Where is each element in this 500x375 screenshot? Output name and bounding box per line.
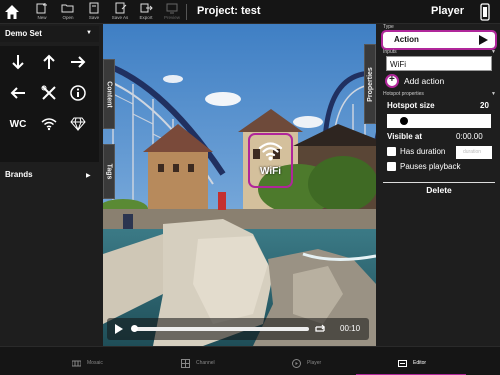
new-label: New bbox=[37, 15, 47, 20]
preview-icon bbox=[166, 3, 178, 14]
tab-tags[interactable]: Tags bbox=[103, 144, 115, 199]
pauses-playback-label: Pauses playback bbox=[400, 162, 461, 171]
wifi-icon[interactable] bbox=[35, 110, 63, 138]
arrow-up-icon[interactable] bbox=[35, 48, 63, 76]
app-window: New Open Save Save As Export Preview Pro… bbox=[0, 0, 500, 375]
pauses-playback-checkbox[interactable] bbox=[387, 162, 396, 171]
save-as-icon bbox=[115, 2, 127, 14]
inputs-section-label: Inputs bbox=[383, 49, 397, 55]
demo-set-title: Demo Set bbox=[5, 29, 42, 38]
chevron-right-icon: ▶ bbox=[86, 173, 91, 179]
tab-content-label: Content bbox=[105, 80, 113, 108]
wifi-hotspot[interactable]: WiFi bbox=[248, 133, 293, 188]
export-icon bbox=[140, 3, 153, 13]
save-as-button[interactable]: Save As bbox=[107, 2, 133, 24]
properties-panel: Type Action Inputs ▼ WiFi Add action Hot… bbox=[380, 24, 500, 346]
toolbar-divider bbox=[186, 4, 187, 20]
diamond-icon[interactable] bbox=[64, 110, 92, 138]
play-icon bbox=[479, 35, 488, 45]
hotspot-size-slider[interactable] bbox=[387, 114, 491, 128]
nav-player-label: Player bbox=[307, 360, 322, 366]
has-duration-checkbox[interactable] bbox=[387, 147, 396, 156]
channel-icon bbox=[181, 359, 190, 368]
progress-bar[interactable] bbox=[131, 325, 309, 332]
divider bbox=[383, 182, 495, 183]
loop-icon[interactable] bbox=[313, 323, 327, 335]
type-select[interactable]: Action bbox=[381, 30, 497, 50]
tools-icon[interactable] bbox=[35, 79, 63, 107]
phone-icon[interactable] bbox=[480, 3, 490, 21]
arrow-left-icon[interactable] bbox=[4, 79, 32, 107]
nav-channel-label: Channel bbox=[196, 360, 215, 366]
input-value: WiFi bbox=[390, 60, 406, 69]
new-document-icon bbox=[36, 3, 47, 14]
visible-at-value[interactable]: 0:00.00 bbox=[456, 132, 483, 141]
wc-icon[interactable]: WC bbox=[4, 110, 32, 138]
chevron-down-icon: ▼ bbox=[86, 30, 92, 36]
nav-editor-label: Editor bbox=[413, 360, 427, 366]
editor-icon bbox=[398, 360, 407, 367]
visible-at-label: Visible at bbox=[387, 132, 422, 141]
type-value: Action bbox=[394, 35, 419, 44]
slider-knob[interactable] bbox=[400, 117, 408, 125]
save-button[interactable]: Save bbox=[81, 2, 107, 24]
add-icon bbox=[385, 74, 399, 88]
folder-icon bbox=[61, 4, 74, 13]
open-label: Open bbox=[62, 15, 74, 20]
tab-tags-label: Tags bbox=[105, 163, 113, 180]
brands-title: Brands bbox=[5, 170, 33, 179]
hotspot-size-label: Hotspot size bbox=[387, 101, 435, 110]
type-section-label: Type bbox=[383, 24, 394, 30]
add-action-label: Add action bbox=[404, 76, 445, 86]
hotspot-size-value: 20 bbox=[480, 101, 489, 110]
add-action-button[interactable]: Add action bbox=[383, 73, 463, 89]
tab-properties[interactable]: Properties bbox=[364, 44, 376, 124]
hotspot-properties-label: Hotspot properties bbox=[383, 91, 424, 97]
player-icon bbox=[292, 359, 301, 368]
hotspot-label: WiFi bbox=[259, 166, 281, 177]
save-label: Save bbox=[88, 15, 100, 20]
bottom-navigation: Mosaic Channel Player Editor bbox=[0, 346, 500, 375]
playback-controls: 00:10 bbox=[107, 318, 369, 340]
has-duration-label: Has duration bbox=[400, 147, 446, 156]
wifi-icon bbox=[258, 142, 283, 161]
export-label: Export bbox=[139, 15, 153, 20]
icon-library-panel: Demo Set ▼ WC Brands ▶ bbox=[0, 24, 99, 346]
open-button[interactable]: Open bbox=[55, 2, 81, 24]
wc-text: WC bbox=[9, 118, 27, 130]
top-toolbar: New Open Save Save As Export Preview Pro… bbox=[0, 0, 500, 24]
preview-label: Preview bbox=[163, 15, 180, 20]
tab-properties-label: Properties bbox=[366, 66, 374, 102]
brands-section-header[interactable]: Brands ▶ bbox=[0, 168, 99, 182]
video-viewport[interactable]: Content Tags Properties bbox=[103, 24, 376, 346]
mode-label[interactable]: Player bbox=[431, 5, 464, 17]
play-icon[interactable] bbox=[114, 323, 124, 335]
duration-input[interactable]: duration bbox=[456, 146, 492, 159]
project-title: Project: test bbox=[197, 5, 261, 17]
icon-grid: WC bbox=[0, 46, 99, 162]
chevron-down-icon: ▼ bbox=[491, 91, 496, 97]
panorama-image bbox=[103, 24, 376, 346]
save-icon bbox=[89, 2, 99, 14]
export-button[interactable]: Export bbox=[133, 2, 159, 24]
duration-placeholder: duration bbox=[463, 149, 482, 155]
preview-button[interactable]: Preview bbox=[159, 2, 185, 24]
chevron-down-icon: ▼ bbox=[491, 49, 496, 55]
demo-set-header[interactable]: Demo Set ▼ bbox=[0, 26, 99, 42]
mosaic-icon bbox=[72, 360, 81, 367]
info-icon[interactable] bbox=[64, 79, 92, 107]
progress-knob[interactable] bbox=[131, 325, 138, 332]
save-as-label: Save As bbox=[111, 15, 129, 20]
playback-time: 00:10 bbox=[340, 324, 361, 333]
arrow-right-icon[interactable] bbox=[64, 48, 92, 76]
new-button[interactable]: New bbox=[29, 2, 55, 24]
arrow-down-icon[interactable] bbox=[4, 48, 32, 76]
delete-button[interactable]: Delete bbox=[383, 185, 495, 199]
input-field[interactable]: WiFi bbox=[386, 56, 492, 71]
home-icon[interactable] bbox=[3, 3, 21, 21]
nav-mosaic-label: Mosaic bbox=[87, 360, 103, 366]
tab-content[interactable]: Content bbox=[103, 59, 115, 129]
